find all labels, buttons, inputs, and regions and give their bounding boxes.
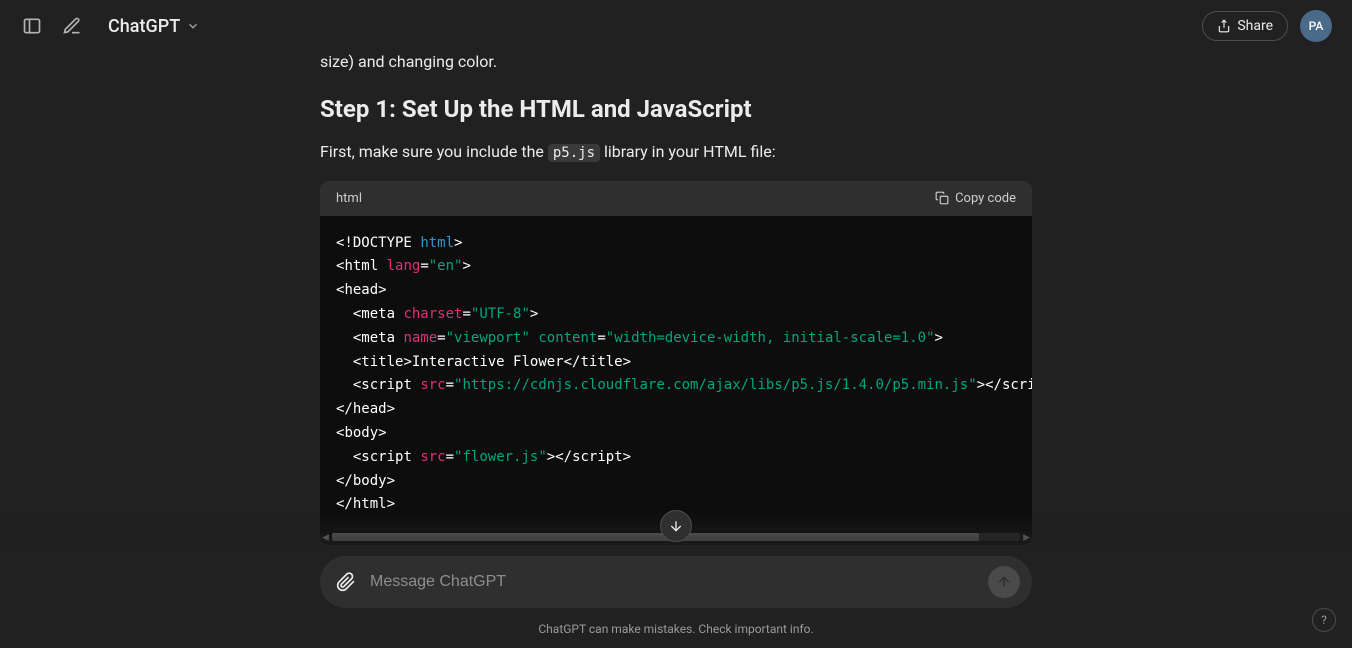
share-button[interactable]: Share [1202, 11, 1288, 41]
inline-code-p5: p5.js [548, 144, 600, 162]
help-icon: ? [1321, 613, 1327, 627]
copy-icon [935, 191, 949, 205]
arrow-down-icon [668, 518, 684, 534]
paperclip-icon [336, 572, 356, 592]
step1-description: First, make sure you include the p5.js l… [320, 139, 1032, 165]
send-button[interactable] [988, 566, 1020, 598]
footer-note: ChatGPT can make mistakes. Check importa… [0, 622, 1352, 636]
header-left: ChatGPT [20, 12, 208, 41]
step1-heading: Step 1: Set Up the HTML and JavaScript [320, 95, 1032, 123]
input-bar [320, 556, 1032, 608]
code-language-label: html [336, 191, 362, 206]
scroll-left-arrow[interactable]: ◀ [322, 533, 329, 543]
avatar-initials: PA [1309, 19, 1324, 33]
model-selector[interactable]: ChatGPT [100, 12, 208, 41]
scrollbar-thumb[interactable] [332, 533, 979, 541]
code-header: html Copy code [320, 181, 1032, 216]
header-right: Share PA [1202, 10, 1332, 42]
model-label: ChatGPT [108, 16, 180, 37]
copy-label: Copy code [955, 191, 1016, 206]
message-input[interactable] [370, 573, 978, 591]
sidebar-toggle-icon[interactable] [20, 14, 44, 38]
arrow-up-icon [996, 574, 1012, 590]
code-block: html Copy code <!DOCTYPE html> <html lan… [320, 181, 1032, 546]
previous-text-fragment: size) and changing color. [320, 52, 1032, 71]
scroll-to-bottom-button[interactable] [660, 510, 692, 542]
input-area [320, 556, 1032, 608]
header: ChatGPT Share PA [0, 0, 1352, 52]
copy-code-button[interactable]: Copy code [935, 191, 1016, 206]
share-icon [1217, 19, 1231, 33]
avatar[interactable]: PA [1300, 10, 1332, 42]
share-label: Share [1237, 18, 1273, 34]
chevron-down-icon [186, 19, 200, 33]
scroll-right-arrow[interactable]: ▶ [1023, 533, 1030, 543]
new-chat-icon[interactable] [60, 14, 84, 38]
attach-button[interactable] [332, 568, 360, 596]
help-button[interactable]: ? [1312, 608, 1336, 632]
code-body[interactable]: <!DOCTYPE html> <html lang="en"> <head> … [320, 216, 1032, 534]
